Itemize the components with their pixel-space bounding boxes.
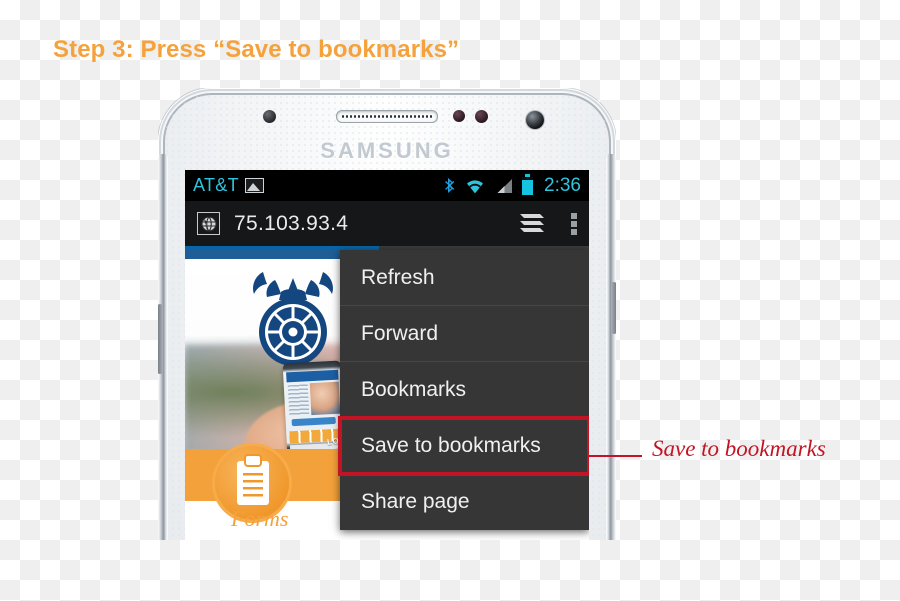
bluetooth-icon [445,178,455,193]
teamsters-horse-wheel-emblem [253,272,333,366]
image-icon [244,178,264,193]
site-phone-image [309,381,341,416]
gesture-sensor-icon [475,110,488,123]
browser-address-bar: 75.103.93.4 [185,201,589,246]
proximity-sensor-icon [263,110,276,123]
site-phone-header [286,369,339,383]
site-forms-label[interactable]: Forms [231,506,288,532]
signal-bars-icon [497,178,513,193]
phone-screen: AT&T 2:36 75.103.93.4 Forms Refresh Forw… [185,170,589,540]
phone-body: SAMSUNG AT&T 2:36 75.103.93.4 Forms Refr… [158,88,616,540]
samsung-phone-mockup: SAMSUNG AT&T 2:36 75.103.93.4 Forms Refr… [158,88,616,540]
menu-item-label: Share page [361,490,470,513]
browser-overflow-menu: Refresh Forward Bookmarks Save to bookmarks… [338,250,589,530]
menu-item-save-to-bookmarks[interactable]: Save to bookmarks [338,416,589,476]
url-text[interactable]: 75.103.93.4 [234,212,348,236]
globe-icon[interactable] [197,212,220,235]
screenshot-canvas: Step 3: Press “Save to bookmarks” SAMSUN… [0,0,900,601]
battery-icon [522,173,534,195]
phone-brand-logo: SAMSUNG [320,138,454,163]
menu-item-label: Refresh [361,265,435,289]
wifi-icon [467,179,484,193]
address-bar-actions [520,212,577,235]
clipboard-lines [243,473,263,499]
page-title: Step 3: Press “Save to bookmarks” [53,36,460,63]
site-phone-button [291,416,336,427]
status-icons-group: 2:36 [445,173,581,197]
phone-left-rail [158,154,168,540]
earpiece-speaker-icon [336,110,438,123]
clipboard-body [237,456,269,505]
light-sensor-icon [453,110,465,122]
status-clock: 2:36 [544,174,581,196]
volume-key[interactable] [158,304,163,374]
android-status-bar: AT&T 2:36 [185,170,589,201]
tabs-stack-icon[interactable] [520,213,545,235]
overflow-menu-icon[interactable] [571,212,577,235]
menu-item-refresh[interactable]: Refresh [340,250,589,306]
site-phone-text-lines [287,384,310,416]
front-camera-icon [526,111,544,129]
phone-right-rail [606,154,616,540]
power-key[interactable] [611,282,616,334]
menu-item-label: Forward [361,321,439,345]
menu-item-label: Save to bookmarks [361,433,541,457]
menu-item-forward[interactable]: Forward [340,306,589,362]
menu-item-bookmarks[interactable]: Bookmarks [340,362,589,418]
carrier-label: AT&T [193,175,239,195]
menu-item-share-page[interactable]: Share page [340,474,589,530]
menu-item-label: Bookmarks [361,377,467,401]
earpiece-mesh [341,114,433,119]
annotation-label: Save to bookmarks [652,436,826,461]
